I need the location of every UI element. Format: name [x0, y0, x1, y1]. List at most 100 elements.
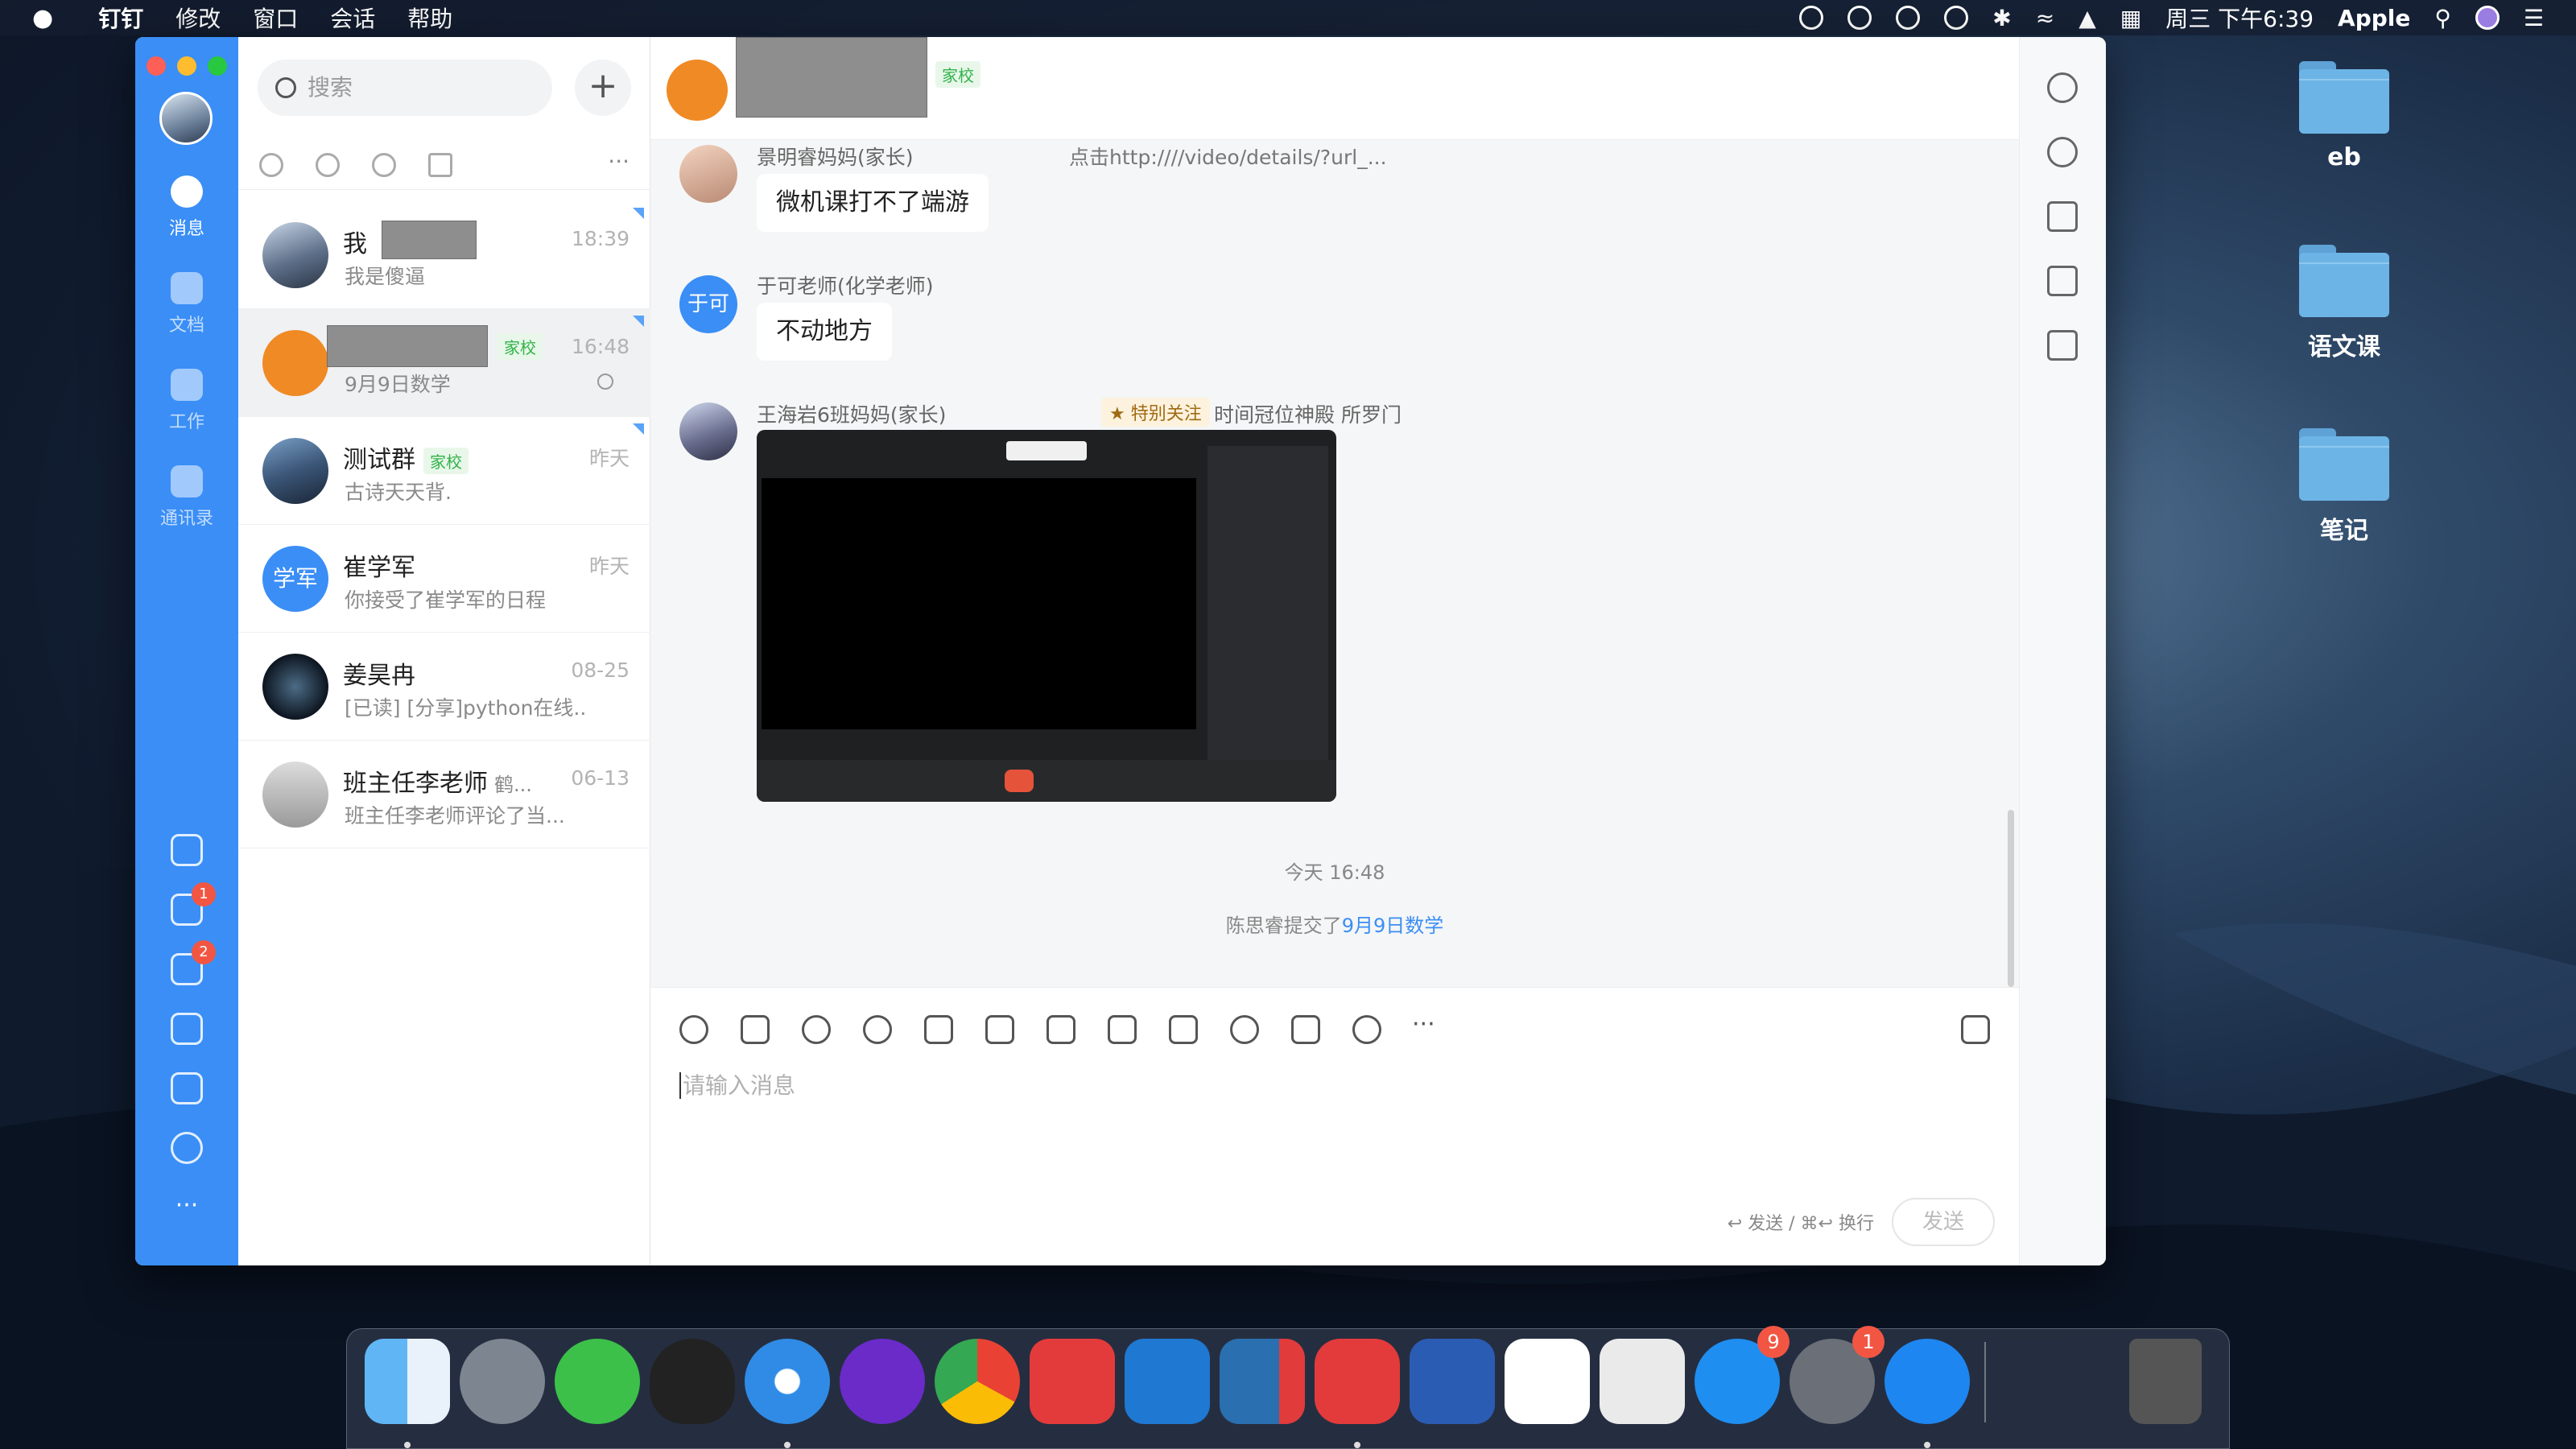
- send-button[interactable]: 发送: [1892, 1198, 1995, 1246]
- desktop-folder-chinese[interactable]: 语文课: [2288, 245, 2401, 362]
- menu-app-name[interactable]: 钉钉: [98, 2, 143, 34]
- message-bubble[interactable]: 不动地方: [757, 303, 892, 361]
- conversation-item[interactable]: 班主任李老师 鹤... 班主任李老师评论了当... 06-13: [238, 741, 650, 848]
- mention-icon[interactable]: [863, 1015, 892, 1044]
- more-options-icon[interactable]: [2047, 72, 2078, 103]
- spotlight-icon[interactable]: ⚲: [2434, 5, 2451, 31]
- files-icon[interactable]: [2047, 201, 2078, 232]
- message-input[interactable]: 请输入消息: [679, 1068, 1984, 1197]
- menu-user[interactable]: Apple: [2338, 5, 2410, 31]
- message-bubble[interactable]: 微机课打不了端游: [757, 174, 989, 232]
- folder-label: 笔记: [2320, 517, 2368, 545]
- live-icon[interactable]: [2047, 330, 2078, 361]
- clock-filter-icon[interactable]: [372, 153, 396, 177]
- desktop-folder-notes[interactable]: 笔记: [2288, 428, 2401, 546]
- menu-session[interactable]: 会话: [330, 2, 375, 34]
- announcement-icon[interactable]: [2047, 266, 2078, 296]
- scrollbar[interactable]: [2008, 810, 2014, 987]
- apple-icon[interactable]: ●: [32, 4, 53, 32]
- expand-icon[interactable]: [1961, 1015, 1990, 1044]
- rail-work[interactable]: 工作: [135, 369, 238, 433]
- input-method-icon[interactable]: ▦: [2120, 5, 2141, 31]
- rail-messages[interactable]: 消息: [135, 175, 238, 240]
- search-input[interactable]: 搜索: [258, 60, 552, 116]
- filter-more-button[interactable]: ···: [608, 148, 630, 175]
- conversation-preview: 古诗天天背.: [345, 481, 452, 504]
- safari-icon[interactable]: [745, 1339, 830, 1424]
- fan-status-icon[interactable]: [1896, 6, 1921, 30]
- word-icon[interactable]: [1410, 1339, 1495, 1424]
- image-message[interactable]: [757, 430, 1336, 802]
- dingtalk-status-icon[interactable]: [1799, 6, 1824, 30]
- rail-more-button[interactable]: ···: [135, 1191, 238, 1220]
- conversation-item[interactable]: 测试群 家校 古诗天天背. 昨天: [238, 417, 650, 525]
- minimize-window-button[interactable]: [177, 56, 196, 76]
- folder-icon: [171, 272, 203, 304]
- trash-icon[interactable]: [2129, 1339, 2202, 1424]
- star-filter-icon[interactable]: [316, 153, 340, 177]
- thumbs-up-icon[interactable]: [741, 1015, 770, 1044]
- vscode-icon[interactable]: [1125, 1339, 1210, 1424]
- home-school-tag: 家校: [423, 448, 469, 474]
- rail-docs[interactable]: 文档: [135, 272, 238, 336]
- search-icon: [275, 77, 296, 98]
- mention-filter-icon[interactable]: [259, 153, 283, 177]
- home-school-tag: 家校: [497, 333, 543, 360]
- screenshot-icon[interactable]: [1600, 1339, 1685, 1424]
- qq-icon[interactable]: [650, 1339, 735, 1424]
- more-tools-button[interactable]: ···: [1412, 1010, 1435, 1038]
- conversation-item-selected[interactable]: 家校 9月9日数学 16:48: [238, 309, 650, 417]
- mail-icon[interactable]: [171, 1072, 203, 1104]
- podcast-icon[interactable]: [840, 1339, 925, 1424]
- file-icon[interactable]: [924, 1015, 953, 1044]
- conversation-item[interactable]: 姜昊冉 [已读] [分享]python在线... 08-25: [238, 633, 650, 741]
- quoted-message[interactable]: 点击http:////video/details/?url_...: [1069, 142, 1387, 171]
- submission-link[interactable]: 9月9日数学: [1342, 914, 1444, 937]
- history-icon[interactable]: [2047, 137, 2078, 167]
- close-window-button[interactable]: [147, 56, 166, 76]
- user-avatar[interactable]: [159, 92, 213, 145]
- phone-icon[interactable]: [1230, 1015, 1259, 1044]
- zoom-window-button[interactable]: [208, 56, 227, 76]
- chrome-icon[interactable]: [935, 1339, 1020, 1424]
- menu-clock[interactable]: 周三 下午6:39: [2165, 2, 2314, 34]
- notification-center-icon[interactable]: ☰: [2524, 5, 2544, 31]
- calendar-icon[interactable]: [171, 834, 203, 866]
- conversation-item[interactable]: 我 我是傻逼 18:39: [238, 201, 650, 309]
- baidu-netdisk-icon[interactable]: [1505, 1339, 1590, 1424]
- conversation-item[interactable]: 学军 崔学军 你接受了崔学军的日程 昨天: [238, 525, 650, 633]
- dingtalk-icon[interactable]: [1885, 1339, 1970, 1424]
- apps-icon[interactable]: [171, 1132, 203, 1164]
- wechat-icon[interactable]: [555, 1339, 640, 1424]
- vpn-status-icon[interactable]: [1944, 6, 1969, 30]
- sender-note: 时间冠位神殿 所罗门: [1214, 403, 1402, 427]
- launchpad-icon[interactable]: [460, 1339, 545, 1424]
- live-icon[interactable]: [1169, 1015, 1198, 1044]
- bluetooth-icon[interactable]: ✱: [1992, 5, 2011, 31]
- calendar-icon[interactable]: [985, 1015, 1014, 1044]
- parallels-icon[interactable]: [1220, 1339, 1305, 1424]
- school-icon[interactable]: [1352, 1015, 1381, 1044]
- rail-contacts[interactable]: 通讯录: [135, 465, 238, 530]
- checkbox-icon[interactable]: [1046, 1015, 1075, 1044]
- menu-window[interactable]: 窗口: [253, 2, 298, 34]
- desktop-folder-eb[interactable]: eb: [2288, 61, 2401, 171]
- menu-edit[interactable]: 修改: [175, 2, 221, 34]
- wps-icon[interactable]: [1315, 1339, 1400, 1424]
- pinned-corner: [633, 423, 644, 435]
- bookmark-filter-icon[interactable]: [428, 153, 452, 177]
- add-button[interactable]: +: [575, 60, 631, 116]
- screen-share-icon[interactable]: [1291, 1015, 1320, 1044]
- netease-music-icon[interactable]: [1030, 1339, 1115, 1424]
- phone-icon[interactable]: [171, 1013, 203, 1045]
- airplay-icon[interactable]: ▲: [2079, 5, 2096, 31]
- wifi-icon[interactable]: ≈: [2036, 5, 2054, 31]
- menu-help[interactable]: 帮助: [407, 2, 452, 34]
- siri-icon[interactable]: [2475, 6, 2500, 30]
- scissors-icon[interactable]: [802, 1015, 831, 1044]
- emoji-icon[interactable]: [679, 1015, 708, 1044]
- ding-icon[interactable]: [1108, 1015, 1137, 1044]
- finder-icon[interactable]: [365, 1339, 450, 1424]
- pinned-corner: [633, 316, 644, 327]
- pen-status-icon[interactable]: [1847, 6, 1872, 30]
